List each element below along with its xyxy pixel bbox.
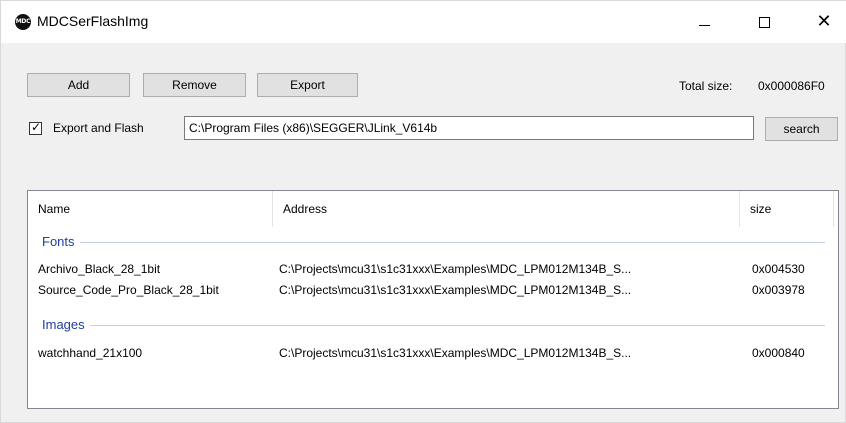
item-name: Source_Code_Pro_Black_28_1bit [38, 283, 219, 297]
main-window: MDC MDCSerFlashImg ✕ Add Remove Export T… [0, 0, 846, 423]
item-name: Archivo_Black_28_1bit [38, 262, 161, 276]
column-divider[interactable] [833, 191, 834, 227]
title-bar[interactable]: MDC MDCSerFlashImg ✕ [1, 1, 846, 43]
maximize-icon [758, 16, 770, 28]
app-logo-icon: MDC [15, 14, 31, 30]
column-header-size[interactable]: size [740, 191, 833, 227]
item-size: 0x003978 [752, 283, 805, 297]
jlink-path-input[interactable] [184, 116, 754, 140]
group-header-images[interactable]: Images [42, 316, 832, 334]
group-header-fonts[interactable]: Fonts [42, 233, 832, 251]
export-and-flash-checkbox[interactable]: ✓ [29, 120, 42, 135]
item-address: C:\Projects\mcu31\s1c31xxx\Examples\MDC_… [279, 283, 632, 297]
item-name: watchhand_21x100 [38, 346, 143, 360]
item-size: 0x000840 [752, 346, 805, 360]
total-size-value: 0x000086F0 [758, 79, 825, 93]
group-divider-line [42, 325, 825, 326]
list-item[interactable]: Archivo_Black_28_1bit C:\Projects\mcu31\… [28, 259, 838, 279]
group-divider-line [42, 242, 825, 243]
column-header-name[interactable]: Name [28, 191, 272, 227]
item-size: 0x004530 [752, 262, 805, 276]
close-button[interactable]: ✕ [801, 1, 846, 43]
search-button[interactable]: search [765, 117, 838, 141]
group-label: Fonts [42, 233, 80, 251]
window-title: MDCSerFlashImg [37, 13, 149, 29]
close-icon: ✕ [816, 11, 832, 32]
minimize-button[interactable] [681, 1, 727, 43]
export-and-flash-label[interactable]: Export and Flash [53, 121, 144, 135]
add-button[interactable]: Add [27, 73, 130, 97]
list-header: Name Address size [28, 191, 838, 227]
maximize-button[interactable] [741, 1, 787, 43]
total-size-label: Total size: [679, 79, 733, 93]
group-label: Images [42, 316, 90, 334]
minimize-icon [698, 24, 710, 26]
checkmark-icon: ✓ [31, 120, 42, 134]
remove-button[interactable]: Remove [143, 73, 246, 97]
item-address: C:\Projects\mcu31\s1c31xxx\Examples\MDC_… [279, 262, 632, 276]
list-item[interactable]: Source_Code_Pro_Black_28_1bit C:\Project… [28, 280, 838, 300]
item-address: C:\Projects\mcu31\s1c31xxx\Examples\MDC_… [279, 346, 632, 360]
column-header-address[interactable]: Address [273, 191, 739, 227]
list-item[interactable]: watchhand_21x100 C:\Projects\mcu31\s1c31… [28, 343, 838, 363]
file-list[interactable]: Name Address size Fonts Archivo_Black_28… [27, 190, 839, 409]
export-button[interactable]: Export [257, 73, 358, 97]
